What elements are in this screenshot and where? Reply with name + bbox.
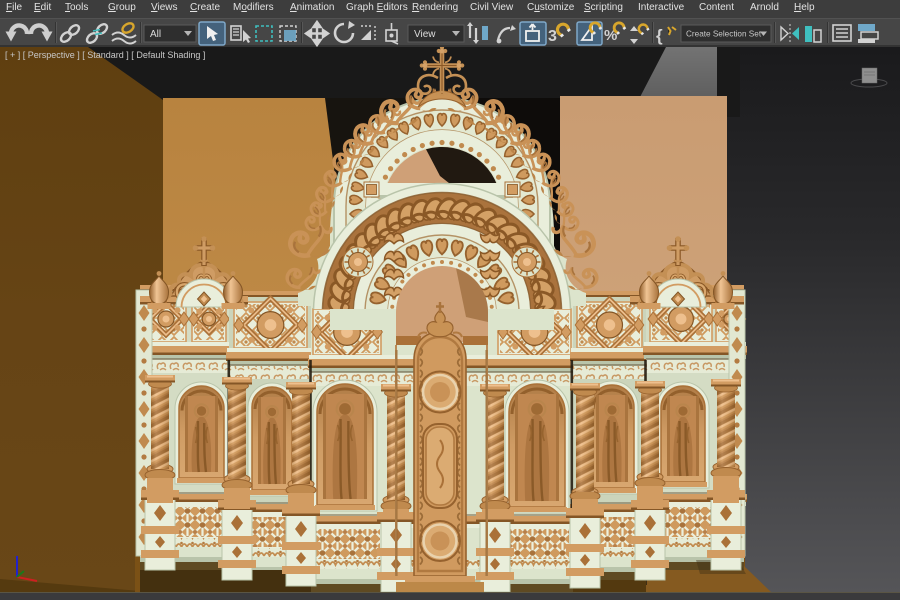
svg-text:{: { — [656, 26, 663, 45]
svg-text:All: All — [150, 29, 161, 40]
svg-text:3: 3 — [548, 28, 557, 45]
svg-text:Create Selection Set: Create Selection Set — [686, 30, 762, 39]
svg-text:View: View — [414, 29, 436, 40]
